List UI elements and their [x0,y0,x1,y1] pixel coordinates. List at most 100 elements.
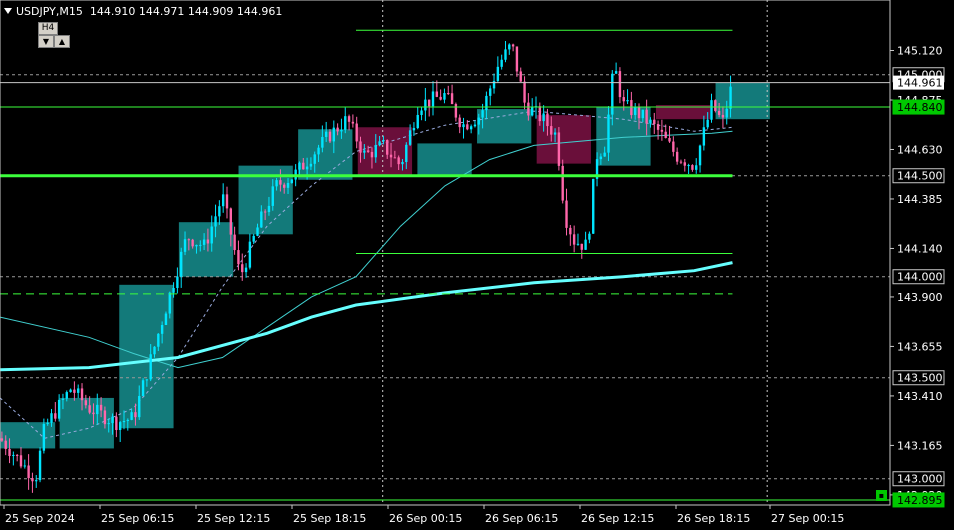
candle-body [313,154,316,164]
candle-body [347,116,351,122]
candle-body [23,465,26,467]
candle-body [447,93,450,95]
y-tick-label: 144.630 [897,143,943,156]
candle-body [393,157,397,159]
candle-body [710,100,713,120]
candle-body [519,71,522,82]
candle-body [443,93,446,100]
candle-body [283,184,286,188]
candle-body [69,389,72,393]
dropdown-triangle-icon[interactable] [4,8,12,14]
x-tick-label: 25 Sep 06:15 [101,512,174,525]
candle-body [54,413,57,419]
timeframe-label[interactable]: H4 [38,22,58,35]
price-marker-label: 142.895 [897,494,943,507]
candle-body [202,239,206,245]
candle-body [511,44,515,47]
candle-body [61,398,65,400]
candle-body [633,107,637,116]
candle-body [50,413,53,423]
candle-body [183,239,187,252]
candle-body [233,234,236,251]
h4-candle-zone [357,127,413,176]
candle-body [469,126,473,130]
h4-candle-zone [119,284,174,429]
candle-body [477,117,480,125]
candle-body [592,178,595,234]
candle-body [321,136,324,148]
candle-body [607,114,610,153]
candle-body [420,110,423,115]
x-tick-label: 25 Sep 18:15 [293,512,366,525]
candle-body [466,124,469,130]
candle-body [0,438,4,441]
candle-body [435,91,439,97]
candle-body [118,422,122,430]
candle-body [328,131,332,142]
candle-body [279,180,282,185]
price-marker-label: 144.840 [897,101,943,114]
h4-candle-zone [536,115,591,164]
candle-body [675,151,679,162]
candle-body [122,421,126,423]
candle-body [408,130,412,145]
candle-body [603,152,606,157]
h4-candle-zone [715,82,770,120]
candle-body [588,233,591,240]
timeframe-widget: H4 ▼ ▲ [38,22,70,48]
candle-body [244,267,248,273]
candle-body [416,114,419,129]
triangle-down-icon[interactable]: ▼ [38,35,54,48]
candle-body [489,88,492,96]
candle-body [569,227,572,235]
candle-body [88,405,91,413]
low-value: 144.909 [187,5,234,18]
candle-body [324,131,328,137]
candle-body [134,412,137,418]
candle-body [199,244,202,246]
h4-candle-zone [417,143,472,176]
triangle-up-icon[interactable]: ▲ [54,35,70,48]
candle-body [458,117,461,128]
candle-body [553,132,557,135]
candle-body [649,119,652,124]
candle-body [717,110,721,115]
candle-body [355,123,358,142]
candle-body [336,127,339,132]
candle-body [401,161,404,165]
candle-body [500,59,503,67]
candle-body [366,150,370,152]
candle-body [31,478,34,482]
candle-body [439,96,442,100]
chart-checkbox[interactable]: ▪ [876,490,887,501]
candle-body [130,412,133,420]
price-chart[interactable]: 145.120144.875144.630144.385144.140143.9… [0,0,954,530]
candle-body [252,235,255,242]
candle-body [332,127,336,142]
chart-header: USDJPY,M15 144.910 144.971 144.909 144.9… [4,5,282,18]
candle-body [405,144,408,162]
candle-body [107,423,110,425]
candle-body [538,106,542,122]
candle-body [351,121,355,124]
candle-body [550,126,553,135]
candle-body [687,165,690,167]
candle-body [19,455,23,467]
candle-body [412,128,416,131]
candle-body [382,139,385,142]
h4-candle-zone [0,422,56,449]
x-tick-label: 26 Sep 06:15 [485,512,558,525]
current-price-label: 144.961 [897,77,943,90]
candle-body [725,108,728,118]
candle-body [599,156,603,160]
y-tick-label: 143.165 [897,439,943,452]
candle-body [363,150,366,153]
candle-body [145,379,149,381]
candle-body [286,182,290,188]
candle-body [378,141,381,146]
x-tick-label: 26 Sep 18:15 [677,512,750,525]
candle-body [96,404,99,415]
y-tick-label: 144.385 [897,193,943,206]
candle-body [527,102,530,116]
price-marker-label: 144.000 [897,271,943,284]
